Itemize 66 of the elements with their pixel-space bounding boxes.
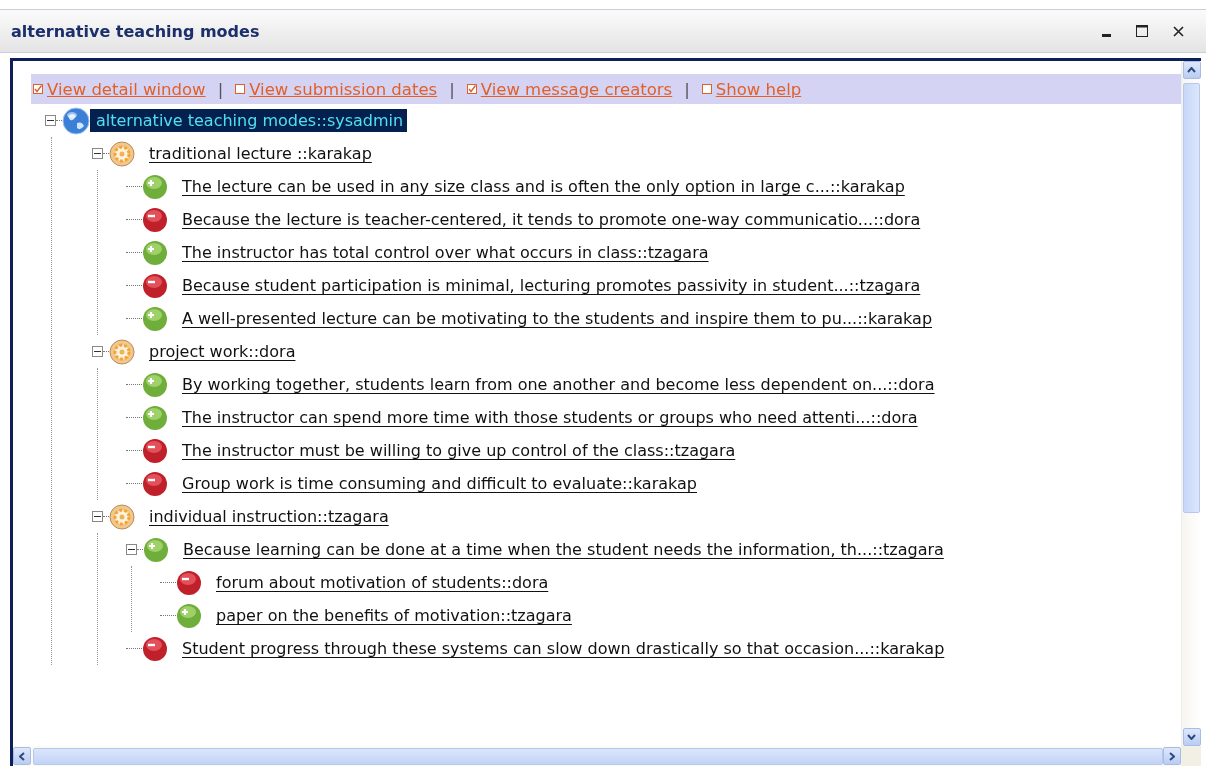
tree-node-label[interactable]: The lecture can be used in any size class and is often the only option in large c...::karakap [168,175,909,198]
plus-ball-icon [142,239,168,266]
caret-icon [19,751,25,761]
tree-node-label[interactable]: Group work is time consuming and difficult to evaluate::karakap [168,472,701,495]
minus-icon [94,150,101,157]
minus-icon [94,348,101,355]
tree-node-label[interactable]: The instructor can spend more time with those students or groups who need attenti...::dora [168,406,922,429]
scrollbar-thumb[interactable] [1183,83,1200,513]
caret-icon [1187,67,1196,73]
plus-ball-icon [142,305,168,332]
tree-node-label[interactable]: The instructor must be willing to give up control of the class::tzagara [168,439,740,462]
scrollbar-corner [1181,746,1201,766]
plus-ball-icon [176,602,202,629]
tree-node-label[interactable]: A well-presented lecture can be motivating to the students and inspire them to pu...::karakap [168,307,937,330]
tree-node-label[interactable]: Because student participation is minimal, lecturing promotes passivity in student...::tzagara [168,274,925,297]
collapse-toggle[interactable] [92,346,103,357]
plus-ball-icon [142,404,168,431]
collapse-toggle[interactable] [45,115,56,126]
separator: | [448,79,456,99]
scroll-down-button[interactable] [1182,728,1201,746]
minus-ball-icon [142,635,168,662]
vertical-scrollbar[interactable] [1181,61,1201,746]
minus-ball-icon [142,437,168,464]
plus-ball-icon [142,371,168,398]
tree-node-label[interactable]: forum about motivation of students::dora [202,571,553,594]
tree-node-label[interactable]: alternative teaching modes::sysadmin [90,109,408,132]
minimize-icon [1101,33,1111,37]
globe-icon [62,106,90,135]
minus-ball-icon [142,470,168,497]
minus-ball-icon [142,206,168,233]
collapse-toggle[interactable] [92,511,103,522]
checkbox-icon [235,84,246,94]
checked-checkbox-icon [466,84,477,94]
checked-checkbox-icon [33,84,43,94]
maximize-icon [1136,25,1148,37]
caret-icon [1169,751,1175,761]
gear-icon [109,140,135,167]
tree-node-label[interactable]: individual instruction::tzagara [135,505,393,528]
gear-icon [109,338,135,365]
tree-node-label[interactable]: paper on the benefits of motivation::tzagara [202,604,576,627]
tree-node-label[interactable]: The instructor has total control over what occurs in class::tzagara [168,241,713,264]
separator: | [216,79,225,99]
minus-ball-icon [142,272,168,299]
tree-node-label[interactable]: traditional lecture ::karakap [135,142,376,165]
gear-icon [109,503,135,530]
tree-node-label[interactable]: By working together, students learn from one another and become less dependent on...::dora [168,373,939,396]
tree-node-label[interactable]: Student progress through these systems can slow down drastically so that occasion...::karakap [168,637,949,660]
window-title: alternative teaching modes [11,21,261,41]
collapse-toggle[interactable] [126,544,137,555]
close-icon [1172,25,1184,37]
scroll-up-button[interactable] [1182,61,1201,79]
checkbox-icon [701,84,712,94]
tree-node-label[interactable]: project work::dora [135,340,300,363]
plus-ball-icon [142,173,168,200]
tree-node-label[interactable]: Because the lecture is teacher-centered, it tends to promote one-way communicatio...::dora [168,208,925,231]
tree-node-label[interactable]: Because learning can be done at a time when the student needs the information, th...::tzagara [169,538,948,561]
scroll-right-button[interactable] [1163,747,1181,765]
collapse-toggle[interactable] [92,148,103,159]
minus-ball-icon [176,569,202,596]
minus-icon [47,117,54,124]
minus-icon [128,546,135,553]
scroll-left-button[interactable] [13,747,31,765]
plus-ball-icon [143,536,169,563]
separator: | [683,79,691,99]
caret-icon [1187,734,1196,740]
minus-icon [94,513,101,520]
